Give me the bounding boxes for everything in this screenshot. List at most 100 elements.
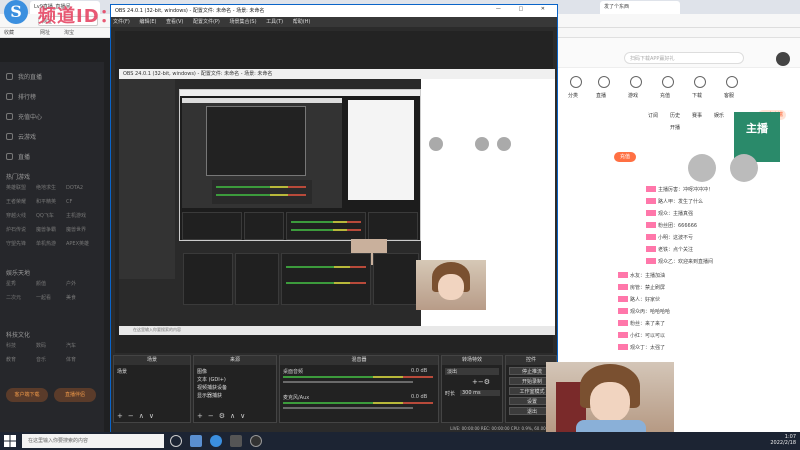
window-controls[interactable]: — □ ✕ [496,6,553,12]
browser-tab[interactable]: 发了个东西 [600,1,680,14]
chat-text: 老铁：点个关注 [658,247,694,253]
download-icon[interactable] [694,76,706,88]
game-icon[interactable] [630,76,642,88]
subcategory-link[interactable]: 王者荣耀 [6,198,36,205]
tab-label[interactable]: 开播 [670,124,680,131]
coin-icon[interactable] [662,76,674,88]
subcategory-link[interactable]: 魔兽世界 [66,226,96,233]
preview-canvas[interactable]: OBS 24.0.1 (32-bit, windows) - 配置文件: 未命名… [115,31,555,353]
menu-scene-collection[interactable]: 场景集合(S) [229,19,256,25]
audio-meter [286,266,366,268]
subcategory-link[interactable]: 美食 [66,294,96,301]
subcategory-link[interactable]: 体育 [66,356,96,363]
source-toolbar[interactable]: +−⚙∧∨ [197,412,250,420]
headset-icon[interactable] [726,76,738,88]
volume-slider[interactable] [283,407,413,409]
scene-item[interactable]: 场景 [117,368,127,375]
windows-start-icon[interactable] [4,435,16,447]
tab-label[interactable]: 历史 [670,112,680,119]
game-app-icon[interactable] [230,435,242,447]
subcategory-link[interactable]: 颜值 [36,280,66,287]
taskbar-search-input[interactable]: 在这里输入你要搜索的内容 [22,434,164,448]
recharge-button[interactable]: 充值 [614,152,636,162]
search-input[interactable]: 扫码下载APP赢好礼 [624,52,744,64]
subcategory-link[interactable]: QQ飞车 [36,212,66,219]
subcategory-link[interactable]: 科技 [6,342,36,349]
streamer-shirt [576,420,646,432]
chat-message: 观众：主播真强 [646,210,693,217]
sidebar-item-label: 充值中心 [18,114,43,121]
subcategory-link[interactable]: 穿越火线 [6,212,36,219]
subcategory-link[interactable]: CF [66,199,96,205]
obs-icon[interactable] [250,435,262,447]
avatar[interactable] [688,154,716,182]
menu-view[interactable]: 查看(V) [166,19,183,25]
tab-label[interactable]: 娱乐 [714,112,724,119]
subcategory-link[interactable]: 二次元 [6,294,36,301]
avatar[interactable] [730,154,758,182]
source-item[interactable]: 图像 [197,368,207,375]
bookmark-item[interactable]: 网址 [40,29,50,36]
tab-label[interactable]: 赛事 [692,112,702,119]
sidebar-item[interactable]: 充值中心 [6,112,42,121]
avatar [497,137,511,151]
nav-label: 直播 [596,93,607,99]
duration-input[interactable]: 300 ms [460,390,500,396]
sidebar-item[interactable]: 排行榜 [6,92,36,101]
subcategory-link[interactable]: 绝地求生 [36,184,66,191]
subcategory-link[interactable]: 一起看 [36,294,66,301]
window-title-bar: OBS 24.0.1 (32-bit, windows) - 配置文件: 未命名… [111,5,557,17]
sources-dock: 来源 图像 文本 (GDI+) 视频捕获设备 显示器捕获 +−⚙∧∨ [193,355,277,423]
subcategory-link[interactable]: 魔兽争霸 [36,226,66,233]
duration-label: 时长 [445,391,456,397]
subcategory-link[interactable]: APEX英雄 [66,240,96,247]
subcategory-link[interactable]: 汽车 [66,342,96,349]
subcategory-link[interactable]: 星秀 [6,280,36,287]
category-icon[interactable] [570,76,582,88]
scene-toolbar[interactable]: +−∧∨ [117,412,159,420]
taskbar-clock[interactable]: 1:07 2022/2/18 [752,434,796,448]
nav-label: 充值 [660,93,671,99]
subcategory-link[interactable]: 数码 [36,342,66,349]
browser-icon[interactable] [210,435,222,447]
subcategory-link[interactable]: 守望先锋 [6,240,36,247]
transition-select[interactable]: 淡出 [445,368,499,375]
task-view-icon[interactable] [170,435,182,447]
source-item[interactable]: 文本 (GDI+) [197,376,226,383]
subcategory-link[interactable]: 英雄联盟 [6,184,36,191]
sidebar-subcategory-grid: 星秀 颜值 户外二次元 一起看 美食 [6,280,98,308]
file-explorer-icon[interactable] [190,435,202,447]
tab-label[interactable]: 订阅 [648,112,658,119]
level-badge [646,222,656,228]
sidebar-item[interactable]: 云游戏 [6,132,36,141]
source-item[interactable]: 显示器捕获 [197,392,222,399]
sidebar-item[interactable]: 我的直播 [6,72,42,81]
subcategory-link[interactable]: 和平精英 [36,198,66,205]
avatar[interactable] [776,52,790,66]
sidebar-item[interactable]: 直播 [6,152,30,161]
dock-title: 来源 [194,356,276,365]
live-companion-button[interactable]: 直播伴侣 [54,388,96,402]
bookmark-item[interactable]: 淘宝 [64,29,74,36]
subcategory-link[interactable]: 单机热游 [36,240,66,247]
menu-help[interactable]: 帮助(H) [293,19,311,25]
subcategory-link[interactable]: 音乐 [36,356,66,363]
subcategory-link[interactable]: DOTA2 [66,185,96,191]
sidebar-item-label: 直播 [18,154,31,161]
volume-slider[interactable] [283,381,413,383]
live-icon[interactable] [598,76,610,88]
subcategory-link[interactable]: 户外 [66,280,96,287]
menu-profile[interactable]: 配置文件(P) [193,19,220,25]
menu-edit[interactable]: 编辑(E) [139,19,156,25]
download-client-button[interactable]: 客户端下载 [6,388,48,402]
level-badge [646,198,656,204]
subcategory-link[interactable]: 炉石传说 [6,226,36,233]
subcategory-link[interactable]: 主机游戏 [66,212,96,219]
source-item[interactable]: 视频捕获设备 [197,384,227,391]
bookmark-item[interactable]: 收藏 [4,29,14,36]
transition-toolbar[interactable]: +−⚙ [472,378,490,386]
subcategory-link[interactable]: 教育 [6,356,36,363]
sidebar-item-label: 我的直播 [18,74,43,81]
menu-tools[interactable]: 工具(T) [266,19,283,25]
menu-file[interactable]: 文件(F) [113,19,130,25]
